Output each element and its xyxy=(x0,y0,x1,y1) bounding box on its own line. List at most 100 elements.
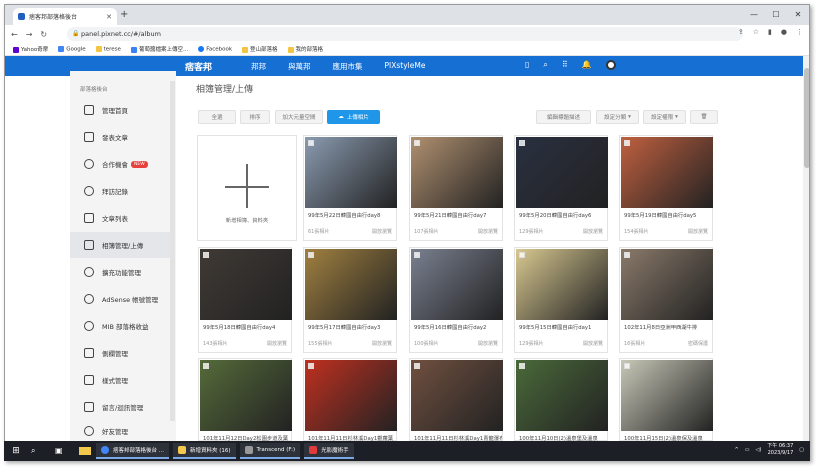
avatar[interactable] xyxy=(605,60,616,70)
album-title[interactable]: 99年5月20日韓國自由行day6 xyxy=(519,211,607,219)
album-cover-image[interactable] xyxy=(411,137,503,208)
sidebar-item-post[interactable]: 發表文章 xyxy=(70,124,170,150)
bookmark-item[interactable]: Google xyxy=(58,45,86,52)
album-cover-image[interactable] xyxy=(621,249,713,320)
album-checkbox[interactable] xyxy=(308,252,314,258)
sidebar-item-friends[interactable]: 好友管理 xyxy=(70,421,170,441)
sidebar-item-albums[interactable]: 相簿管理/上傳 xyxy=(70,232,170,258)
url-field[interactable]: 🔒 panel.pixnet.cc/#/album xyxy=(67,27,743,41)
mobile-icon[interactable]: ▯ xyxy=(525,60,529,70)
album-cover-image[interactable] xyxy=(621,137,713,208)
new-album-card[interactable]: 新增相簿、資料夾 xyxy=(197,135,297,241)
album-card[interactable]: 99年5月20日韓國自由行day6 129張相片 開放瀏覽 xyxy=(514,135,608,241)
album-cover-image[interactable] xyxy=(305,137,397,208)
album-checkbox[interactable] xyxy=(519,140,525,146)
page-scrollbar[interactable] xyxy=(803,56,809,446)
album-cover-image[interactable] xyxy=(200,360,292,431)
album-cover-image[interactable] xyxy=(411,249,503,320)
sidebar-item-cooperation[interactable]: 合作機會 NEW xyxy=(70,151,170,177)
maximize-icon[interactable]: ☐ xyxy=(765,5,787,25)
album-checkbox[interactable] xyxy=(414,363,420,369)
album-title[interactable]: 99年5月15日韓國自由行day1 xyxy=(519,323,607,331)
close-window-icon[interactable]: ✕ xyxy=(787,5,809,25)
delete-button[interactable]: 🗑 xyxy=(690,110,718,124)
album-cover-image[interactable] xyxy=(621,360,713,431)
album-title[interactable]: 99年5月17日韓國自由行day3 xyxy=(308,323,396,331)
album-card[interactable]: 101年11月12日Day2松園步道及葉 xyxy=(198,358,292,442)
album-title[interactable]: 99年5月16日韓國自由行day2 xyxy=(414,323,502,331)
nav-item[interactable]: PIXstyleMe xyxy=(385,61,426,72)
set-category-button[interactable]: 設定分類 ▾ xyxy=(596,110,639,124)
search-icon[interactable]: ⌕ xyxy=(543,60,547,70)
album-checkbox[interactable] xyxy=(624,140,630,146)
sidebar-item-adsense[interactable]: AdSense 帳號管理 xyxy=(70,286,170,312)
album-checkbox[interactable] xyxy=(203,252,209,258)
album-card[interactable]: 99年5月17日韓國自由行day3 155張相片 開放瀏覽 xyxy=(303,247,397,353)
close-tab-icon[interactable]: ✕ xyxy=(106,13,112,21)
task-view-icon[interactable]: ▣ xyxy=(55,446,73,456)
album-card[interactable]: 99年5月15日韓國自由行day1 129張相片 開放瀏覽 xyxy=(514,247,608,353)
album-cover-image[interactable] xyxy=(516,249,608,320)
album-card[interactable]: 101年11月11日杉林溪Day1觀蘿葉 xyxy=(303,358,397,442)
file-explorer-icon[interactable] xyxy=(79,447,91,455)
select-all-button[interactable]: 全選 xyxy=(198,110,236,124)
reload-icon[interactable]: ↻ xyxy=(40,30,47,39)
album-card[interactable]: 99年5月18日韓國自由行day4 143張相片 開放瀏覽 xyxy=(198,247,292,353)
album-checkbox[interactable] xyxy=(624,363,630,369)
album-checkbox[interactable] xyxy=(308,363,314,369)
upload-button[interactable]: ☁ 上傳相片 xyxy=(327,110,380,124)
album-card[interactable]: 100年11月15日(2)溫泉保及溫泉 xyxy=(619,358,713,442)
taskbar-app-photo-editor[interactable]: 光影魔術手 xyxy=(304,443,354,459)
sidebar-item-visits[interactable]: 拜訪記錄 xyxy=(70,178,170,204)
bookmark-item[interactable]: 登山部落格 xyxy=(242,45,278,53)
pixnet-logo[interactable]: 痞客邦 xyxy=(185,60,212,73)
share-icon[interactable]: ⇪ xyxy=(738,28,744,36)
star-icon[interactable]: ☆ xyxy=(753,28,759,36)
minimize-icon[interactable]: — xyxy=(743,5,765,25)
album-card[interactable]: 99年5月16日韓國自由行day2 100張相片 開放瀏覽 xyxy=(409,247,503,353)
sidebar-item-comments[interactable]: 留言/迴訊管理 xyxy=(70,394,170,420)
notifications-icon[interactable]: ▢ xyxy=(799,447,804,453)
back-icon[interactable]: ← xyxy=(11,30,18,39)
album-checkbox[interactable] xyxy=(519,252,525,258)
album-card[interactable]: 101年11月11日杉林溪Day1青龍瀑布 xyxy=(409,358,503,442)
bookmark-item[interactable]: 我的部落格 xyxy=(287,45,323,53)
album-checkbox[interactable] xyxy=(203,363,209,369)
album-checkbox[interactable] xyxy=(624,252,630,258)
album-cover-image[interactable] xyxy=(411,360,503,431)
search-icon[interactable]: ⌕ xyxy=(31,446,49,456)
clock[interactable]: 下午 06:37 2023/9/17 xyxy=(767,443,793,457)
sidebar-item-mib[interactable]: MIB 部落格收益 xyxy=(70,313,170,339)
network-icon[interactable]: ▭ xyxy=(745,447,750,453)
browser-tab[interactable]: 痞客邦部落格後台 ✕ xyxy=(13,8,117,25)
bookmark-item[interactable]: terese xyxy=(95,45,121,52)
apps-grid-icon[interactable]: ⠿ xyxy=(562,60,568,70)
sort-button[interactable]: 排序 xyxy=(240,110,270,124)
album-card[interactable]: 100年11月10日(2)溫泉堡及溫泉 xyxy=(514,358,608,442)
album-cover-image[interactable] xyxy=(516,137,608,208)
sidebar-item-sidebar-manage[interactable]: 側欄管理 xyxy=(70,340,170,366)
add-capacity-button[interactable]: 加大元量空間 xyxy=(275,110,323,124)
album-checkbox[interactable] xyxy=(414,140,420,146)
album-cover-image[interactable] xyxy=(305,249,397,320)
album-card[interactable]: 99年5月19日韓國自由行day5 154張相片 開放瀏覽 xyxy=(619,135,713,241)
album-cover-image[interactable] xyxy=(305,360,397,431)
album-checkbox[interactable] xyxy=(308,140,314,146)
menu-icon[interactable]: ⋮ xyxy=(796,28,803,36)
edit-description-button[interactable]: 編輯標題描述 xyxy=(536,110,591,124)
album-cover-image[interactable] xyxy=(200,249,292,320)
album-checkbox[interactable] xyxy=(414,252,420,258)
set-permission-button[interactable]: 設定權限 ▾ xyxy=(643,110,686,124)
sidebar-item-extensions[interactable]: 擴充功能管理 xyxy=(70,259,170,285)
album-checkbox[interactable] xyxy=(519,363,525,369)
sidebar-item-articles[interactable]: 文章列表 xyxy=(70,205,170,231)
bookmark-item[interactable]: Yahoo奇摩 xyxy=(13,45,48,53)
tray-chevron-icon[interactable]: ^ xyxy=(735,447,739,453)
nav-item[interactable]: 應用市集 xyxy=(333,61,363,72)
album-card[interactable]: 102年11月8日亞洲甲西湖牛排 16張相片 密碼保護 xyxy=(619,247,713,353)
album-card[interactable]: 99年5月21日韓國自由行day7 107張相片 開放瀏覽 xyxy=(409,135,503,241)
sidebar-item-styles[interactable]: 樣式管理 xyxy=(70,367,170,393)
bookmark-item[interactable]: Facebook xyxy=(198,45,232,52)
album-title[interactable]: 99年5月19日韓國自由行day5 xyxy=(624,211,712,219)
extensions-icon[interactable]: ▮ xyxy=(768,28,772,36)
